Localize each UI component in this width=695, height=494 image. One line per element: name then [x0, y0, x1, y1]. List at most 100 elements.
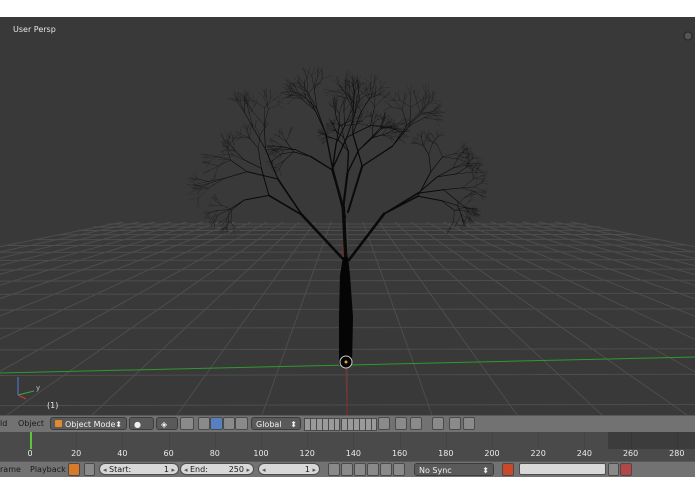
end-frame-field[interactable]: ◂ End: 250 ▸	[180, 463, 254, 475]
keying-button[interactable]	[68, 463, 80, 476]
tree-branch	[230, 159, 248, 173]
opengl-animation-button[interactable]	[463, 417, 475, 430]
tree-branch	[423, 132, 427, 138]
tree-branch	[243, 159, 262, 169]
tree-branch	[223, 218, 228, 224]
tree-branch	[421, 95, 429, 101]
tree-branch	[220, 154, 225, 158]
tree-branch	[419, 102, 429, 113]
tree-branch	[264, 123, 270, 128]
tree-branch	[189, 197, 199, 201]
tree-branch	[288, 92, 296, 96]
3d-viewport[interactable]: User Persp y (1)	[0, 17, 695, 415]
lock-icon[interactable]	[84, 463, 95, 476]
tree-branch	[325, 132, 334, 170]
timeline-gridline	[168, 432, 170, 449]
scale-manipulator-button[interactable]	[235, 417, 248, 430]
tree-branch	[234, 137, 240, 143]
tree-branch	[370, 77, 377, 84]
tree-branch	[411, 140, 417, 143]
keying-set-field[interactable]	[519, 463, 606, 475]
tree-branch	[264, 99, 275, 108]
snap-element-button[interactable]	[432, 417, 444, 430]
tree-branch	[236, 136, 242, 141]
translate-manipulator-button[interactable]	[210, 417, 223, 430]
opengl-render-button[interactable]	[449, 417, 461, 430]
layer-buttons-group-1[interactable]	[304, 418, 340, 431]
prev-keyframe-button[interactable]	[341, 463, 353, 476]
render-layer-button[interactable]	[395, 417, 407, 430]
tree-branch	[251, 98, 255, 106]
tree-branch	[410, 100, 422, 108]
current-frame-field[interactable]: ◂ 1 ▸	[258, 463, 320, 475]
timeline-tick-label: 120	[299, 449, 315, 458]
timeline-playhead[interactable]	[30, 432, 32, 449]
tree-branch	[352, 133, 363, 167]
timeline-gridline	[122, 432, 124, 449]
timeline-editor[interactable]: 0 20 40 60 80 100 120 140 160 180 200 220 240 260 280	[0, 432, 695, 461]
jump-end-button[interactable]	[393, 463, 405, 476]
tree-branch	[423, 99, 433, 111]
jump-start-button[interactable]	[328, 463, 340, 476]
tree-branch	[260, 167, 270, 196]
tree-branch	[317, 133, 323, 138]
tree-branch	[378, 90, 385, 95]
tree-branch	[328, 130, 336, 134]
shading-selector[interactable]: ●	[129, 417, 154, 430]
snap-toggle-button[interactable]	[410, 417, 422, 430]
tree-branch	[463, 195, 471, 198]
sync-selector[interactable]: No Sync ⬍	[414, 463, 494, 476]
tree-branch	[266, 96, 269, 110]
tree-branch	[359, 100, 364, 107]
tree-branch	[240, 100, 245, 113]
tree-branch	[431, 112, 441, 114]
tree-branch	[221, 142, 228, 144]
tree-branch	[203, 210, 210, 213]
tree-branch	[287, 97, 295, 105]
tree-branch	[282, 146, 296, 150]
tree-branch	[432, 100, 442, 102]
insert-keyframe-button[interactable]	[608, 463, 619, 476]
timeline-gridline	[445, 432, 447, 449]
play-reverse-button[interactable]	[354, 463, 366, 476]
layer-buttons-group-2[interactable]	[341, 418, 377, 431]
tree-branch	[328, 103, 334, 108]
tree-branch	[268, 104, 279, 110]
tree-branch	[413, 90, 417, 100]
tree-branch	[366, 89, 370, 99]
tree-branch	[453, 210, 455, 222]
playback-menu[interactable]: Playback	[30, 465, 66, 474]
play-button[interactable]	[367, 463, 379, 476]
tree-branch	[422, 94, 425, 103]
grid-line	[6, 221, 284, 415]
tree-branch	[429, 140, 438, 145]
rotate-manipulator-button[interactable]	[223, 417, 235, 430]
tree-branch	[285, 141, 294, 153]
tree-branch	[274, 151, 275, 159]
next-keyframe-button[interactable]	[380, 463, 392, 476]
tree-branch	[265, 160, 273, 162]
tree-branch	[427, 135, 433, 144]
tree-branch	[265, 148, 279, 180]
tree-branch	[322, 88, 333, 92]
frame-menu[interactable]: rame	[0, 465, 21, 474]
tree-branch	[428, 142, 433, 155]
tree-branch	[285, 91, 293, 95]
tree-branch	[322, 138, 325, 142]
tree-branch	[383, 115, 389, 120]
record-button[interactable]	[502, 463, 514, 476]
header-menu-partial[interactable]: ld	[0, 419, 7, 428]
tree-branch	[236, 92, 238, 101]
manipulator-toggle-button[interactable]	[198, 417, 210, 430]
tree-branch	[209, 165, 219, 171]
lock-layers-button[interactable]	[378, 417, 390, 430]
layer-toggle-button[interactable]	[180, 417, 194, 430]
tree-object	[186, 65, 489, 264]
tree-branch	[230, 209, 232, 222]
mode-selector[interactable]: Object Mode ⬍	[50, 417, 127, 430]
pivot-selector[interactable]: ◈	[156, 417, 178, 430]
delete-keyframe-button[interactable]	[620, 463, 632, 476]
orientation-selector[interactable]: Global ⬍	[251, 417, 301, 430]
start-frame-field[interactable]: ◂ Start: 1 ▸	[99, 463, 179, 475]
object-menu[interactable]: Object	[18, 419, 44, 428]
